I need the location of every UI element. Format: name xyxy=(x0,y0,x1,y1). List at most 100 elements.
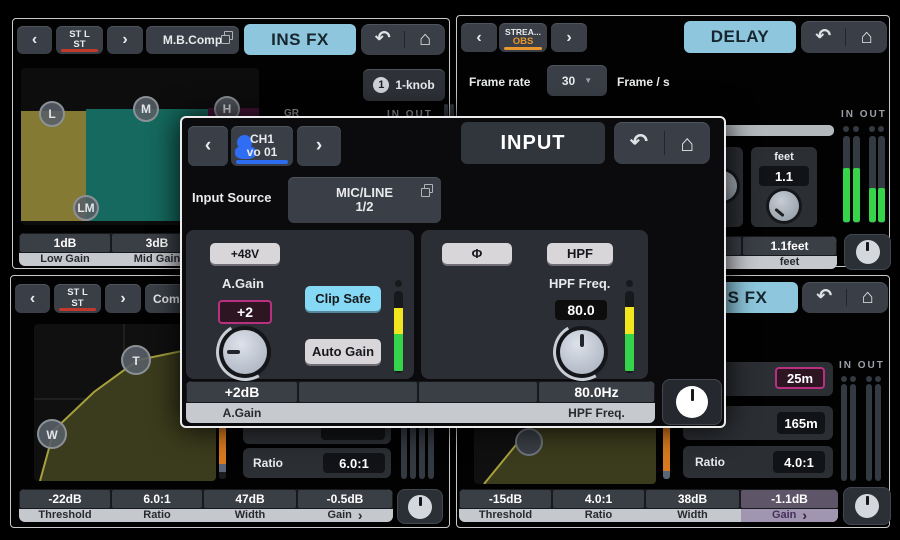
param-cell[interactable] xyxy=(419,382,537,402)
input-scale-knob-button[interactable] xyxy=(662,379,722,425)
threshold-value[interactable]: -15dB xyxy=(460,490,551,508)
phase-button[interactable]: Φ xyxy=(442,243,512,264)
again-value-selected[interactable]: +2 xyxy=(218,300,272,324)
ratio-row: Ratio 4.0:1 xyxy=(683,446,833,478)
channel-select-button[interactable]: ST LST xyxy=(54,284,101,313)
mixer-screen: ‹ ST LST › M.B.Comp INS FX ↶ ⌂ L M LM H … xyxy=(0,0,900,540)
next-channel-button[interactable]: › xyxy=(297,126,341,166)
frame-unit-label: Frame / s xyxy=(617,75,670,89)
ratio-cell-value[interactable]: 4.0:1 xyxy=(553,490,644,508)
prev-channel-button[interactable]: ‹ xyxy=(15,284,50,313)
prev-channel-button[interactable]: ‹ xyxy=(461,23,497,52)
width-handle[interactable]: W xyxy=(46,428,58,442)
again-knob[interactable] xyxy=(223,330,267,374)
undo-icon[interactable]: ↶ xyxy=(630,129,648,155)
ratio-label: Ratio xyxy=(695,455,725,469)
again-param-value[interactable]: +2dB xyxy=(187,382,297,402)
back-icon: ‹ xyxy=(30,290,35,308)
out-meter-l xyxy=(869,136,876,223)
frame-rate-label: Frame rate xyxy=(469,75,530,89)
home-icon[interactable]: ⌂ xyxy=(419,28,431,51)
release-value[interactable]: 165m xyxy=(777,412,825,434)
ratio-cell-value[interactable]: 6.0:1 xyxy=(112,490,202,508)
next-channel-button[interactable]: › xyxy=(107,26,143,54)
frame-rate-dropdown[interactable]: 30 ▼ xyxy=(547,65,607,96)
ratio-value[interactable]: 6.0:1 xyxy=(323,453,385,473)
hpf-freq-label: HPF Freq. xyxy=(549,276,610,291)
auto-gain-button[interactable]: Auto Gain xyxy=(305,339,381,364)
delay-feet-box: feet 1.1 xyxy=(751,147,817,227)
hpf-freq-value[interactable]: 80.0 xyxy=(555,300,607,320)
hpf-button[interactable]: HPF xyxy=(547,243,613,264)
forward-icon: › xyxy=(316,135,322,157)
param-cell[interactable] xyxy=(299,382,417,402)
attack-value-selected[interactable]: 25m xyxy=(775,367,825,389)
channel-select-button[interactable]: STREA... OBS xyxy=(499,23,547,52)
chevron-right-icon: › xyxy=(802,510,807,520)
parameter-bar: -22dB Threshold 6.0:1 Ratio 47dB Width -… xyxy=(19,489,393,522)
gain-cell-value-selected[interactable]: -1.1dB xyxy=(741,490,838,508)
feet-param-value[interactable]: 1.1feet xyxy=(743,237,836,255)
ratio-value[interactable]: 4.0:1 xyxy=(773,451,825,473)
out-meter-r xyxy=(878,136,885,223)
prev-channel-button[interactable]: ‹ xyxy=(17,26,52,54)
hpf-section: Φ HPF HPF Freq. 80.0 xyxy=(421,230,648,379)
home-icon[interactable]: ⌂ xyxy=(861,26,873,49)
ratio-label: Ratio xyxy=(253,456,283,470)
in-meter-r xyxy=(853,136,860,223)
nav-group: ↶ ⌂ xyxy=(802,282,888,313)
back-icon: ‹ xyxy=(205,135,211,157)
feet-param-label: feet xyxy=(743,256,836,269)
channel-color-bar xyxy=(236,160,288,164)
threshold-handle[interactable]: T xyxy=(132,354,140,368)
back-icon: ‹ xyxy=(32,31,37,49)
threshold-value[interactable]: -22dB xyxy=(20,490,110,508)
mid-gain-handle[interactable]: M xyxy=(133,96,159,122)
home-icon[interactable]: ⌂ xyxy=(680,130,694,157)
home-icon[interactable]: ⌂ xyxy=(862,286,874,309)
dialog-title: INPUT xyxy=(461,122,605,164)
next-channel-button[interactable]: › xyxy=(551,23,587,52)
threshold-label: Threshold xyxy=(20,509,110,522)
next-channel-button[interactable]: › xyxy=(105,284,141,313)
feet-value[interactable]: 1.1 xyxy=(759,166,809,186)
parameter-bar: +2dB A.Gain 80.0Hz HPF Freq. xyxy=(186,381,655,423)
hpf-param-value[interactable]: 80.0Hz xyxy=(539,382,654,402)
effect-preset-button[interactable]: M.B.Comp xyxy=(146,26,239,54)
low-gain-handle[interactable]: L xyxy=(39,101,65,127)
channel-select-button[interactable]: ST LST xyxy=(56,26,103,54)
copy-icon xyxy=(224,31,233,40)
phantom-48v-button[interactable]: +48V xyxy=(210,243,280,264)
page-title: INS FX xyxy=(244,24,356,55)
feet-knob[interactable] xyxy=(769,191,799,221)
copy-icon xyxy=(424,184,433,193)
one-knob-button[interactable]: 1 1-knob xyxy=(363,69,445,101)
clock-knob-icon xyxy=(408,495,432,519)
undo-icon[interactable]: ↶ xyxy=(815,25,831,48)
clip-safe-button[interactable]: Clip Safe xyxy=(305,286,381,311)
in-out-meter-label: IN OUT xyxy=(841,109,887,120)
ratio-cell-label: Ratio xyxy=(553,509,644,522)
gain-cell-label[interactable]: Gain› xyxy=(298,509,392,522)
curve-handle[interactable] xyxy=(516,429,542,455)
delay-scale-knob-button[interactable] xyxy=(844,234,891,270)
undo-icon[interactable]: ↶ xyxy=(816,285,832,308)
gain-cell-value[interactable]: -0.5dB xyxy=(298,490,392,508)
gain-cell-label-selected[interactable]: Gain› xyxy=(741,509,838,522)
comp-scale-knob-button[interactable] xyxy=(397,489,443,524)
nav-group: ↶ ⌂ xyxy=(361,24,445,55)
out-meter-r xyxy=(875,384,881,481)
channel-select-button[interactable]: CH1 vo 01 xyxy=(231,126,293,166)
input-source-button[interactable]: MIC/LINE 1/2 xyxy=(288,177,441,223)
undo-icon[interactable]: ↶ xyxy=(375,27,391,50)
input-level-meter xyxy=(394,291,403,373)
in-out-meter-label: IN OUT xyxy=(839,360,885,371)
hpf-freq-knob[interactable] xyxy=(560,330,604,374)
low-gain-value[interactable]: 1dB xyxy=(20,234,110,252)
low-mid-xover-handle[interactable]: LM xyxy=(73,195,99,221)
caret-down-icon: ▼ xyxy=(584,76,592,85)
width-cell-value[interactable]: 38dB xyxy=(646,490,739,508)
width-cell-value[interactable]: 47dB xyxy=(204,490,296,508)
prev-channel-button[interactable]: ‹ xyxy=(188,126,228,166)
comp-scale-knob-button[interactable] xyxy=(843,487,891,525)
